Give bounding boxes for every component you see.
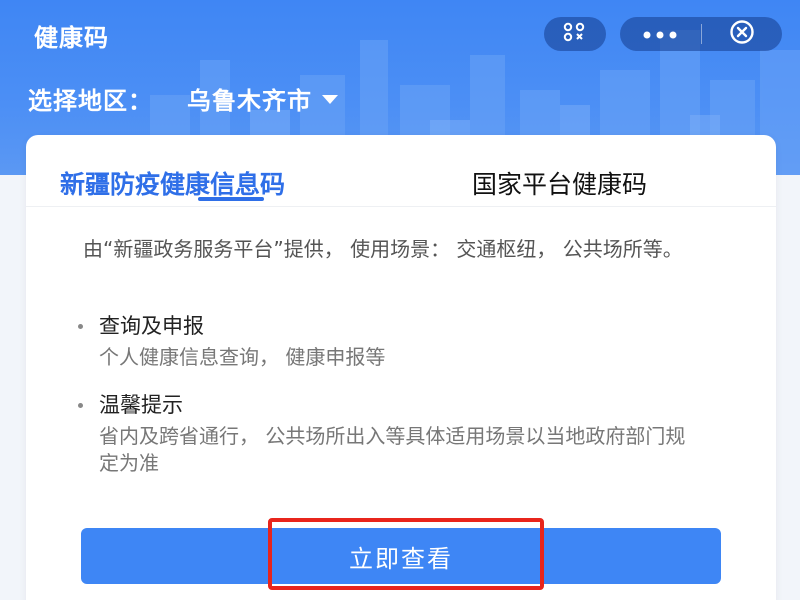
close-circle-icon xyxy=(729,19,755,49)
close-button[interactable] xyxy=(702,17,783,51)
region-label: 选择地区： xyxy=(28,86,153,115)
section-query-report: 查询及申报 个人健康信息查询， 健康申报等 xyxy=(78,310,718,371)
more-button[interactable] xyxy=(620,17,701,51)
bullet-dot xyxy=(78,403,83,408)
active-tab-indicator xyxy=(198,197,264,201)
scan-code-icon[interactable] xyxy=(558,22,592,46)
app-title: 健康码 xyxy=(34,24,109,52)
more-dots-icon xyxy=(640,25,680,44)
mini-program-capsule xyxy=(620,17,782,51)
tab-bar: 新疆防疫健康信息码 国家平台健康码 xyxy=(26,135,776,207)
section-title: 温馨提示 xyxy=(99,393,183,417)
region-selector-row: 选择地区： 乌鲁木齐市 xyxy=(28,80,338,116)
scan-capsule[interactable] xyxy=(544,17,606,51)
bullet-dot xyxy=(78,324,83,329)
health-code-card: 新疆防疫健康信息码 国家平台健康码 由“新疆政务服务平台”提供， 使用场景： 交… xyxy=(26,135,776,600)
tab-national-health-code[interactable]: 国家平台健康码 xyxy=(472,165,647,201)
intro-text: 由“新疆政务服务平台”提供， 使用场景： 交通枢纽， 公共场所等。 xyxy=(83,237,683,261)
section-title: 查询及申报 xyxy=(99,314,204,338)
chevron-down-icon xyxy=(322,94,338,104)
region-dropdown[interactable]: 乌鲁木齐市 xyxy=(187,81,338,116)
section-body: 省内及跨省通行， 公共场所出入等具体适用场景以当地政府部门规定为准 xyxy=(99,424,686,475)
view-now-button[interactable]: 立即查看 xyxy=(81,528,721,584)
section-tips: 温馨提示 省内及跨省通行， 公共场所出入等具体适用场景以当地政府部门规定为准 xyxy=(78,389,718,477)
tab-xinjiang-health-code[interactable]: 新疆防疫健康信息码 xyxy=(60,165,285,201)
region-value: 乌鲁木齐市 xyxy=(187,86,312,115)
section-body: 个人健康信息查询， 健康申报等 xyxy=(99,345,386,369)
